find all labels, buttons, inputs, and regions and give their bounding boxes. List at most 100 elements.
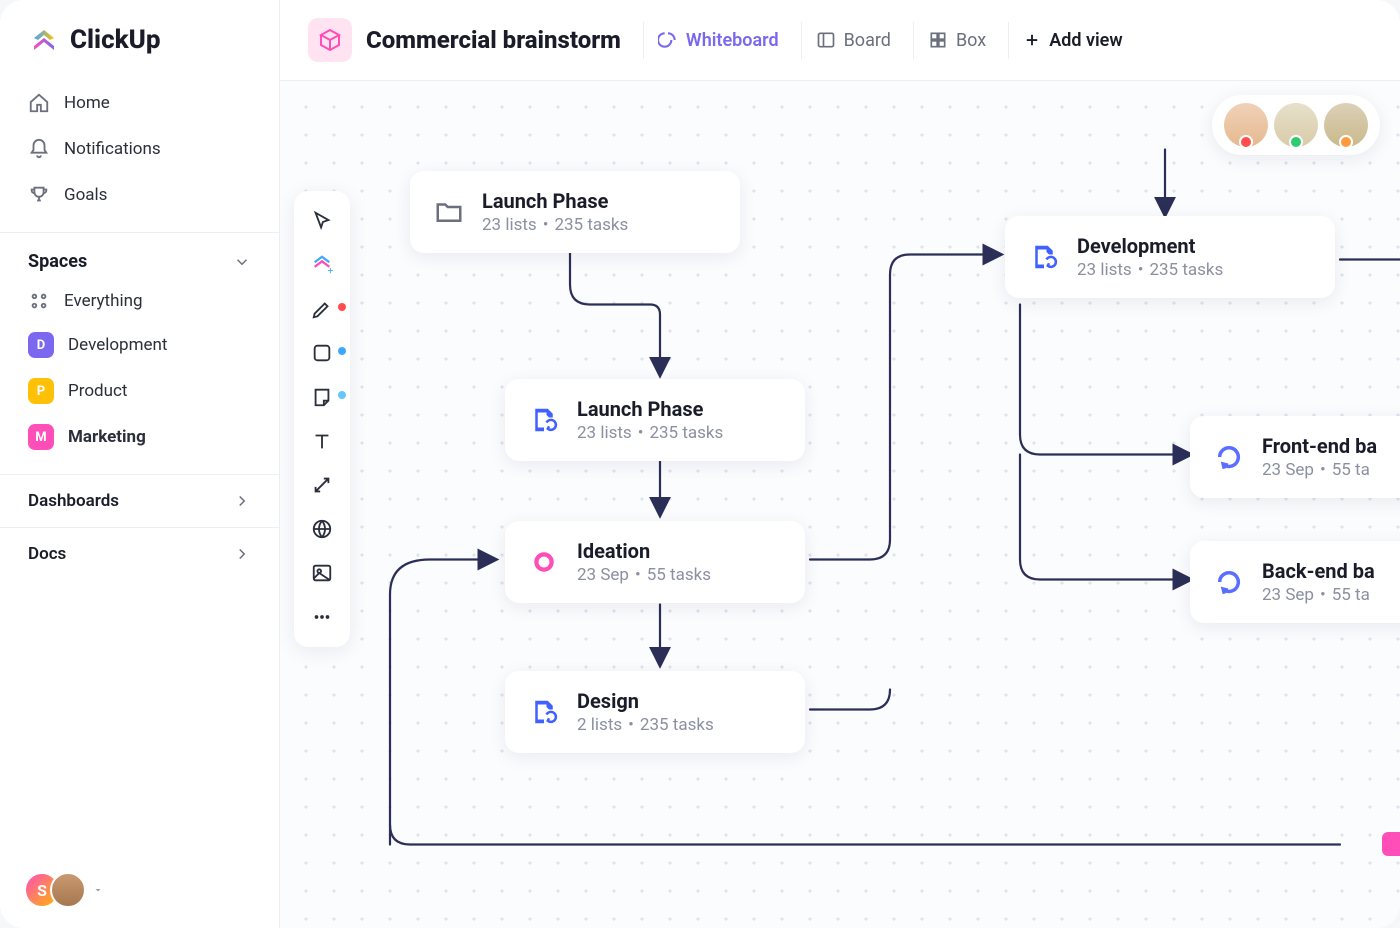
space-dev-label: Development (68, 335, 167, 355)
tool-connector[interactable] (302, 465, 342, 505)
whiteboard-canvas[interactable]: + Launch Phase 23 lists•235 tasks (280, 81, 1400, 928)
node-title: Ideation (577, 539, 711, 563)
node-meta: 23 Sep•55 ta (1262, 460, 1377, 480)
node-title: Launch Phase (482, 189, 628, 213)
caret-down-icon (92, 884, 104, 896)
bell-icon (28, 138, 50, 160)
clickup-plus-icon: + (311, 254, 333, 276)
nav-goals[interactable]: Goals (18, 172, 261, 218)
space-development[interactable]: D Development (0, 322, 279, 368)
add-view-label: Add view (1049, 30, 1122, 51)
sync-doc-icon (527, 695, 561, 729)
topbar: Commercial brainstorm Whiteboard Board B… (280, 0, 1400, 81)
tool-select[interactable] (302, 201, 342, 241)
nav-notifications[interactable]: Notifications (18, 126, 261, 172)
node-meta: 23 lists•235 tasks (482, 215, 628, 235)
sticky-note-icon (311, 386, 333, 408)
node-title: Design (577, 689, 714, 713)
collaborators[interactable] (1212, 95, 1380, 155)
spaces-header[interactable]: Spaces (0, 232, 279, 280)
section-dashboards-label: Dashboards (28, 491, 119, 511)
edge-marker[interactable] (1382, 832, 1400, 856)
collaborator-avatar-1[interactable] (1224, 103, 1268, 147)
node-launch-doc[interactable]: Launch Phase 23 lists•235 tasks (505, 379, 805, 461)
section-docs-label: Docs (28, 544, 66, 564)
folder-icon (432, 195, 466, 229)
node-title: Front-end ba (1262, 434, 1377, 458)
sync-doc-icon (527, 403, 561, 437)
node-meta: 2 lists•235 tasks (577, 715, 714, 735)
node-meta: 23 Sep•55 tasks (577, 565, 711, 585)
view-tab-whiteboard[interactable]: Whiteboard (643, 22, 793, 59)
nav-home-label: Home (64, 93, 110, 113)
space-badge-m: M (28, 424, 54, 450)
space-icon-chip (308, 18, 352, 62)
nav-goals-label: Goals (64, 185, 107, 205)
tool-more[interactable] (302, 597, 342, 637)
main: Commercial brainstorm Whiteboard Board B… (280, 0, 1400, 928)
home-icon (28, 92, 50, 114)
node-ideation[interactable]: Ideation 23 Sep•55 tasks (505, 521, 805, 603)
nav-home[interactable]: Home (18, 80, 261, 126)
square-icon (311, 342, 333, 364)
image-icon (311, 562, 333, 584)
tool-sticky[interactable] (302, 377, 342, 417)
circle-icon (527, 545, 561, 579)
plus-icon (1023, 31, 1041, 49)
node-design[interactable]: Design 2 lists•235 tasks (505, 671, 805, 753)
view-tab-board[interactable]: Board (801, 22, 905, 59)
node-frontend[interactable]: Front-end ba 23 Sep•55 ta (1190, 416, 1400, 498)
node-backend[interactable]: Back-end ba 23 Sep•55 ta (1190, 541, 1400, 623)
node-development[interactable]: Development 23 lists•235 tasks (1005, 216, 1335, 298)
space-prod-label: Product (68, 381, 127, 401)
space-marketing[interactable]: M Marketing (0, 414, 279, 460)
node-title: Back-end ba (1262, 559, 1375, 583)
collaborator-avatar-3[interactable] (1324, 103, 1368, 147)
cube-icon (318, 28, 342, 52)
board-icon (816, 30, 836, 50)
box-icon (928, 30, 948, 50)
grid-icon (28, 290, 50, 312)
user-menu[interactable]: S (24, 872, 104, 908)
spaces-header-label: Spaces (28, 251, 87, 272)
add-view[interactable]: Add view (1008, 22, 1136, 59)
tool-clickup[interactable]: + (302, 245, 342, 285)
node-meta: 23 lists•235 tasks (577, 423, 723, 443)
space-everything[interactable]: Everything (0, 280, 279, 322)
tool-shape[interactable] (302, 333, 342, 373)
pen-icon (311, 298, 333, 320)
clickup-logo-icon (28, 24, 60, 56)
node-title: Launch Phase (577, 397, 723, 421)
space-everything-label: Everything (64, 291, 143, 311)
nav-notifications-label: Notifications (64, 139, 161, 159)
redo-icon (1212, 440, 1246, 474)
tool-web[interactable] (302, 509, 342, 549)
more-icon (311, 606, 333, 628)
tool-image[interactable] (302, 553, 342, 593)
node-meta: 23 Sep•55 ta (1262, 585, 1375, 605)
tool-text[interactable] (302, 421, 342, 461)
canvas-toolbar: + (294, 191, 350, 647)
section-dashboards[interactable]: Dashboards (0, 474, 279, 527)
svg-text:+: + (328, 266, 334, 276)
node-title: Development (1077, 234, 1223, 258)
chevron-right-icon (233, 545, 251, 563)
board-label: Board (844, 30, 891, 51)
redo-icon (1212, 565, 1246, 599)
logo[interactable]: ClickUp (0, 0, 279, 76)
space-mkt-label: Marketing (68, 427, 146, 447)
brand-name: ClickUp (70, 25, 161, 55)
sidebar: ClickUp Home Notifications Goals Spaces … (0, 0, 280, 928)
tool-pen[interactable] (302, 289, 342, 329)
globe-icon (311, 518, 333, 540)
trophy-icon (28, 184, 50, 206)
space-product[interactable]: P Product (0, 368, 279, 414)
node-launch-folder[interactable]: Launch Phase 23 lists•235 tasks (410, 171, 740, 253)
connector-icon (311, 474, 333, 496)
text-icon (311, 430, 333, 452)
box-label: Box (956, 30, 986, 51)
collaborator-avatar-2[interactable] (1274, 103, 1318, 147)
chevron-down-icon (233, 253, 251, 271)
view-tab-box[interactable]: Box (913, 22, 1000, 59)
section-docs[interactable]: Docs (0, 527, 279, 580)
